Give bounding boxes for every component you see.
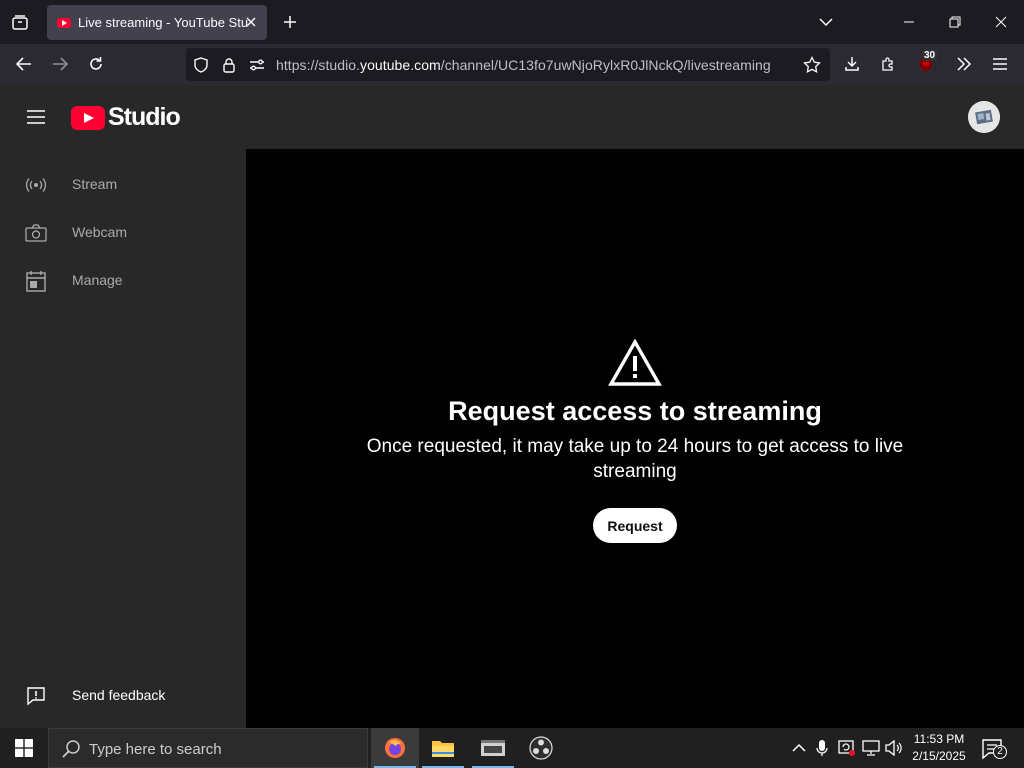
send-feedback-label: Send feedback [72,687,166,703]
feedback-icon [24,684,48,708]
lock-icon[interactable] [220,56,238,74]
hamburger-menu-icon[interactable] [24,105,48,129]
url-prefix: https://studio. [276,57,361,73]
tab-title: Live streaming - YouTube Studio [78,15,248,30]
restore-icon[interactable] [943,10,967,34]
url-path: /channel/UC13fo7uwNjoRylxR0JlNckQ/livest… [440,57,771,73]
volume-icon[interactable] [884,738,904,758]
extensions-puzzle-icon[interactable] [876,52,900,76]
sidebar-item-label: Stream [72,176,118,192]
request-button[interactable]: Request [593,508,677,543]
clock-time: 11:53 PM [913,732,965,746]
more-tools-chevrons-icon[interactable] [952,52,976,76]
youtube-favicon-icon [57,17,71,28]
sidebar-item-label: Manage [72,272,123,288]
main-content: Request access to streaming Once request… [246,149,1024,728]
taskbar-search-input[interactable]: Type here to search [48,728,368,768]
warning-icon [608,339,662,386]
request-access-subtitle: Once requested, it may take up to 24 hou… [366,436,904,482]
reload-icon[interactable] [84,52,108,76]
sidebar-item-label: Webcam [72,224,127,240]
app-menu-icon[interactable] [988,52,1012,76]
account-avatar[interactable] [968,101,1000,133]
permissions-icon[interactable] [248,56,266,74]
sidebar-item-stream[interactable]: Stream [0,161,246,209]
url-text: https://studio.youtube.com/channel/UC13f… [276,57,771,73]
tab-close-icon[interactable] [243,14,259,30]
bookmark-star-icon[interactable] [803,56,821,74]
extension-badge-count: 30 [922,50,938,61]
chevron-up-icon[interactable] [789,738,809,758]
folder-icon [432,741,454,757]
sidebar: Stream Webcam Manage Send feedback [0,149,246,728]
browser-nav-toolbar: https://studio.youtube.com/channel/UC13f… [0,44,1024,85]
back-arrow-icon[interactable] [12,52,36,76]
obs-icon [529,736,553,760]
close-window-icon[interactable] [989,10,1013,34]
minimize-icon[interactable] [897,10,921,34]
browser-tab-active[interactable]: Live streaming - YouTube Studio [47,5,267,40]
tab-list-icon[interactable] [8,10,32,34]
sidebar-item-webcam[interactable]: Webcam [0,209,246,257]
url-bar[interactable]: https://studio.youtube.com/channel/UC13f… [186,48,830,81]
forward-arrow-icon[interactable] [48,52,72,76]
windows-start-icon[interactable] [0,728,48,768]
studio-header: Studio [0,85,1024,149]
notification-count-badge: 2 [993,745,1007,759]
new-tab-icon[interactable] [278,10,302,34]
security-update-icon[interactable] [837,738,857,758]
calendar-icon [24,269,48,293]
system-clock[interactable]: 11:53 PM 2/15/2025 [906,731,972,765]
taskbar-firefox[interactable] [371,728,419,768]
taskbar-obs[interactable] [517,728,565,768]
chevron-down-icon[interactable] [814,10,838,34]
taskbar-file-explorer[interactable] [419,728,467,768]
firefox-icon [385,738,405,758]
request-access-title: Request access to streaming [448,396,822,426]
sidebar-item-manage[interactable]: Manage [0,257,246,305]
youtube-logo-icon[interactable] [71,106,105,130]
url-host: youtube.com [360,57,441,73]
browser-tab-strip: Live streaming - YouTube Studio [0,0,1024,44]
shield-icon[interactable] [192,56,210,74]
broadcast-icon [24,173,48,197]
search-icon [62,740,80,758]
microphone-icon[interactable] [812,738,832,758]
camera-icon [24,221,48,245]
clock-date: 2/15/2025 [912,749,966,763]
app-window-icon [481,740,505,756]
windows-taskbar: Type here to search 11:53 PM 2/15/2025 2 [0,728,1024,768]
network-icon[interactable] [861,738,881,758]
taskbar-app-window[interactable] [469,728,517,768]
studio-logo-text[interactable]: Studio [108,103,181,132]
send-feedback-button[interactable]: Send feedback [0,672,246,720]
taskbar-search-placeholder: Type here to search [89,741,222,758]
download-icon[interactable] [840,52,864,76]
